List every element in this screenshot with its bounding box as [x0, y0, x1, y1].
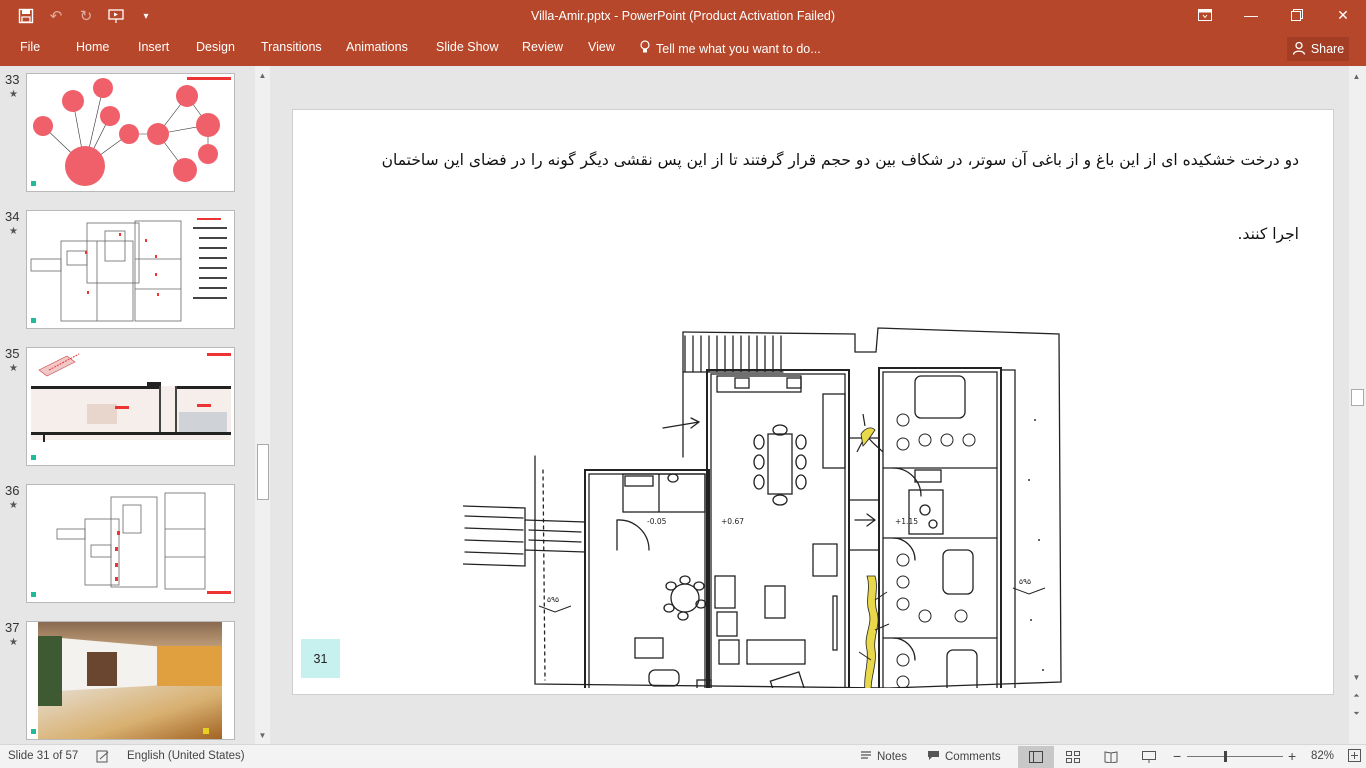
tab-home[interactable]: Home [76, 40, 109, 60]
tab-review[interactable]: Review [522, 40, 563, 60]
tab-file[interactable]: File [20, 40, 40, 60]
title-bar: ↶ ↻ ▾ Villa-Amir.pptx - PowerPoint (Prod… [0, 0, 1366, 34]
slide-preview [26, 347, 235, 466]
tab-slide-show[interactable]: Slide Show [436, 40, 499, 60]
slide-editing-area[interactable]: دو درخت خشکیده ای از این باغ و از باغی آ… [272, 66, 1348, 744]
slide-number: 33 [5, 72, 20, 87]
share-label: Share [1310, 42, 1345, 56]
animation-star-icon: ★ [9, 226, 18, 237]
slide-page-number: 31 [301, 639, 340, 678]
zoom-in-icon[interactable]: + [1288, 748, 1296, 764]
zoom-slider-knob[interactable] [1224, 751, 1227, 762]
slide-thumbnail-34[interactable]: 34 ★ [0, 205, 256, 329]
slide-sorter-icon[interactable] [1055, 746, 1091, 768]
animation-star-icon: ★ [9, 637, 18, 648]
zoom-level[interactable]: 82% [1311, 750, 1334, 762]
slide-show-icon[interactable] [1131, 746, 1167, 768]
slide-thumbnail-37[interactable]: 37 ★ [0, 616, 256, 740]
slide-scrollbar[interactable]: ▲ ▼ ⏶ ⏷ [1349, 66, 1366, 744]
zoom-slider[interactable] [1187, 751, 1283, 762]
bubble-diagram-preview [31, 77, 231, 186]
reading-view-icon[interactable] [1093, 746, 1129, 768]
window-title: Villa-Amir.pptx - PowerPoint (Product Ac… [530, 9, 836, 23]
slide-thumbnail-33[interactable]: 33 ★ [0, 68, 256, 192]
tell-me-box[interactable]: Tell me what you want to do... [640, 40, 821, 57]
ribbon-tabs: File Home Insert Design Transitions Anim… [0, 34, 1366, 66]
slide-preview [26, 73, 235, 192]
scroll-up-icon[interactable]: ▲ [255, 68, 270, 83]
slide-number: 35 [5, 346, 20, 361]
previous-slide-icon[interactable]: ⏶ [1349, 688, 1364, 703]
scroll-down-icon[interactable]: ▼ [1349, 670, 1364, 685]
level-label: +0.67 [721, 517, 744, 526]
tab-insert[interactable]: Insert [138, 40, 169, 60]
tell-me-label: Tell me what you want to do... [656, 41, 821, 56]
thumbnail-scrollbar[interactable]: ▲ ▼ [255, 66, 270, 744]
slide-text-line-2[interactable]: اجرا کنند. [1238, 225, 1299, 243]
fit-slide-icon[interactable] [1348, 749, 1361, 762]
interior-photo-preview [31, 622, 222, 739]
floor-plan-preview [30, 218, 227, 323]
maximize-icon[interactable] [1274, 0, 1320, 30]
minimize-icon[interactable]: — [1228, 0, 1274, 30]
scrollbar-thumb[interactable] [1351, 389, 1364, 406]
slide-counter: Slide 31 of 57 [8, 750, 79, 762]
next-slide-icon[interactable]: ⏷ [1349, 706, 1364, 721]
section-tag: ۵۹۵ [1019, 577, 1031, 586]
status-bar: Slide 31 of 57 English (United States) N… [0, 744, 1366, 768]
slide-preview [26, 484, 235, 603]
section-drawing-preview [31, 353, 231, 460]
tab-view[interactable]: View [588, 40, 615, 60]
level-label: +1.15 [895, 517, 918, 526]
animation-star-icon: ★ [9, 500, 18, 511]
spelling-check-icon[interactable] [96, 750, 110, 763]
tab-design[interactable]: Design [196, 40, 235, 60]
share-button[interactable]: Share [1287, 37, 1349, 61]
slide-text-line-1[interactable]: دو درخت خشکیده ای از این باغ و از باغی آ… [382, 151, 1299, 169]
slide-thumbnail-35[interactable]: 35 ★ [0, 342, 256, 466]
restore-ribbon-icon[interactable] [1182, 0, 1228, 30]
floor-plan-preview [31, 492, 231, 597]
tab-animations[interactable]: Animations [346, 40, 408, 60]
level-label: -0.05 [647, 517, 667, 526]
scroll-up-icon[interactable]: ▲ [1349, 69, 1364, 84]
slide-preview [26, 210, 235, 329]
floor-plan-sketch[interactable]: -0.05 +0.67 +1.15 ۵۹۵ ۵۹۵ [463, 220, 1063, 688]
scrollbar-thumb[interactable] [257, 444, 269, 500]
current-slide[interactable]: دو درخت خشکیده ای از این باغ و از باغی آ… [292, 109, 1334, 695]
slide-thumbnail-pane[interactable]: 33 ★ 34 ★ 35 ★ 36 ★ 37 ★ [0, 66, 272, 744]
normal-view-icon[interactable] [1018, 746, 1054, 768]
slide-number: 36 [5, 483, 20, 498]
scroll-down-icon[interactable]: ▼ [255, 728, 270, 743]
comments-label: Comments [945, 751, 1001, 763]
close-icon[interactable]: ✕ [1320, 0, 1366, 30]
notes-label: Notes [877, 751, 908, 763]
section-tag: ۵۹۵ [547, 595, 559, 604]
lightbulb-icon [640, 40, 650, 57]
notes-icon [860, 750, 872, 764]
animation-star-icon: ★ [9, 89, 18, 100]
slide-thumbnail-36[interactable]: 36 ★ [0, 479, 256, 603]
notes-button[interactable]: Notes [860, 750, 907, 764]
tab-transitions[interactable]: Transitions [261, 40, 322, 60]
animation-star-icon: ★ [9, 363, 18, 374]
language-indicator[interactable]: English (United States) [127, 750, 245, 762]
comments-button[interactable]: Comments [927, 750, 1001, 764]
slide-number: 37 [5, 620, 20, 635]
zoom-out-icon[interactable]: − [1173, 748, 1181, 764]
slide-preview [26, 621, 235, 740]
slide-number: 34 [5, 209, 20, 224]
person-icon [1292, 41, 1306, 58]
comments-icon [927, 750, 940, 764]
